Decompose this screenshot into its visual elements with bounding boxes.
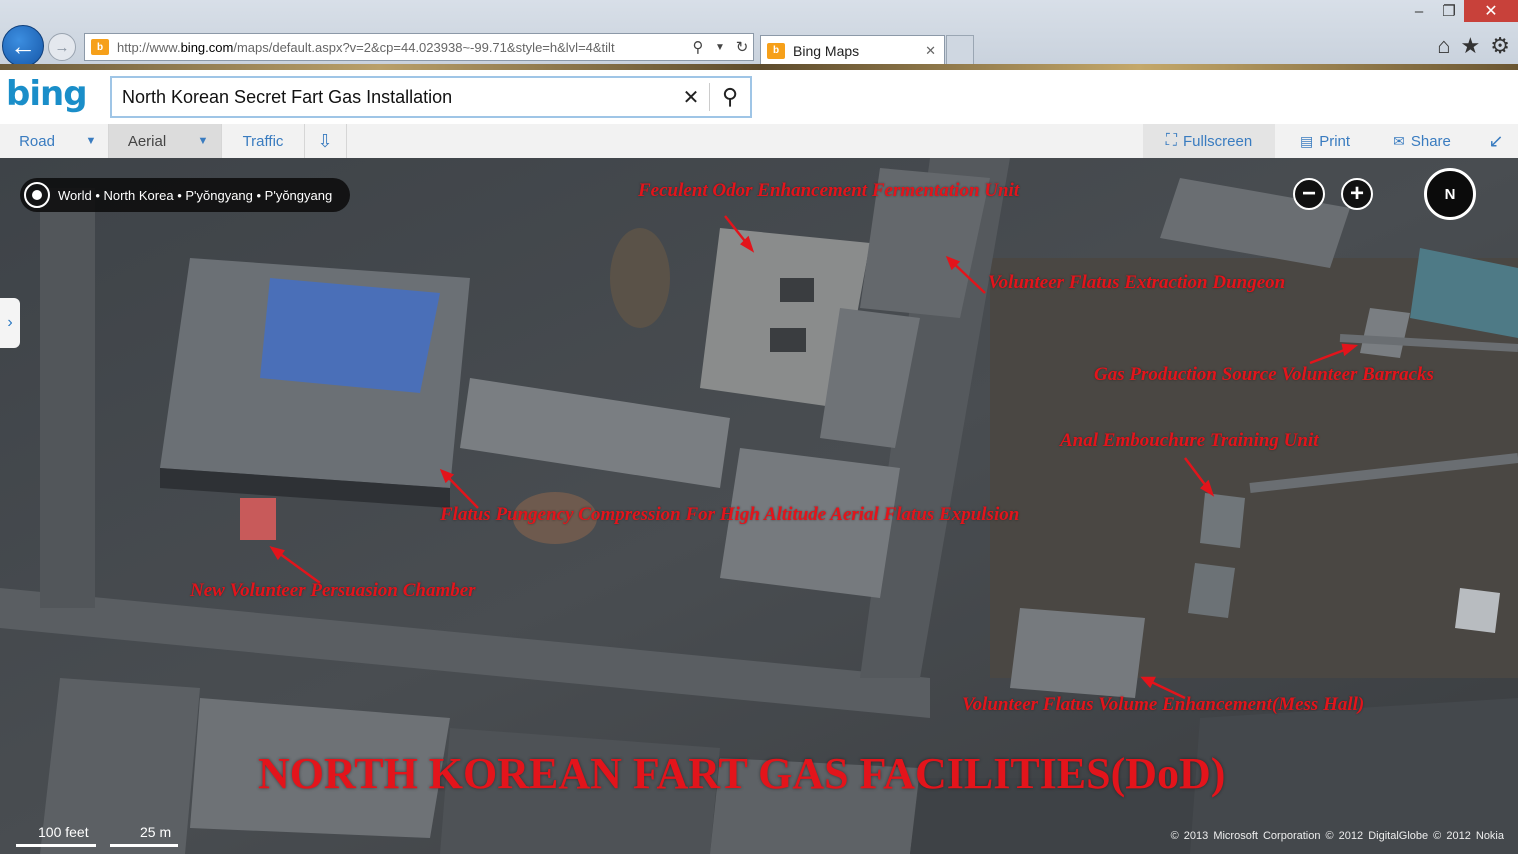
road-dropdown-icon[interactable]: ▼ [74,124,109,158]
fullscreen-button[interactable]: ⛶ Fullscreen [1143,124,1275,158]
breadcrumb-text: World • North Korea • P'yŏngyang • P'yŏn… [58,187,333,203]
tab-title: Bing Maps [793,42,860,59]
refresh-icon[interactable]: ↻ [731,38,753,56]
annotation-persuasion-chamber: New Volunteer Persuasion Chamber [190,580,476,601]
zoom-out-icon[interactable]: − [1293,178,1325,210]
annotation-training-unit: Anal Embouchure Training Unit [1060,430,1319,451]
search-icon[interactable]: ⚲ [687,38,709,56]
locate-me-icon[interactable] [24,182,50,208]
compass-icon[interactable]: N [1424,168,1476,220]
annotation-feculent: Feculent Odor Enhancement Fermentation U… [638,180,1020,201]
scale-feet-bar [16,844,96,847]
url-prefix: http://www. [117,39,181,55]
printer-icon: ▤ [1299,132,1314,149]
zoom-in-icon[interactable]: + [1341,178,1373,210]
map-toolbar: Road ▼ Aerial ▼ Traffic ⇩ ⛶ Fullscreen ▤… [0,124,1518,159]
star-icon[interactable]: ★ [1461,33,1481,59]
clear-icon[interactable]: ✕ [673,85,709,110]
restore-icon[interactable]: ❐ [1434,0,1464,22]
gear-icon[interactable]: ⚙ [1490,33,1510,59]
annotation-extraction-dungeon: Volunteer Flatus Extraction Dungeon [988,272,1286,293]
traffic-button[interactable]: Traffic [222,124,305,158]
bing-header: bing North Korean Secret Fart Gas Instal… [0,70,1518,124]
bing-logo[interactable]: bing [6,74,88,114]
url-suffix: /maps/default.aspx?v=2&cp=44.023938~-99.… [233,39,615,55]
address-url[interactable]: http://www.bing.com/maps/default.aspx?v=… [117,40,687,55]
annotation-compression: Flatus Pungency Compression For High Alt… [440,504,1020,525]
scale-meters-bar [110,844,178,847]
fullscreen-icon: ⛶ [1165,132,1177,149]
collapse-arrow-icon[interactable]: ↙ [1480,124,1512,158]
pin-icon[interactable]: ⇩ [304,124,347,158]
location-breadcrumb[interactable]: World • North Korea • P'yŏngyang • P'yŏn… [20,178,351,212]
aerial-dropdown-icon[interactable]: ▼ [185,124,222,158]
minimize-icon[interactable]: – [1404,0,1434,22]
address-bar[interactable]: b http://www.bing.com/maps/default.aspx?… [84,33,754,61]
window-controls: – ❐ ✕ [1404,0,1518,24]
envelope-icon: ✉ [1393,132,1405,149]
tab-favicon-icon: b [767,42,785,59]
scale-meters-label: 25 m [140,824,172,840]
tab-close-icon[interactable]: ✕ [925,43,936,59]
home-icon[interactable]: ⌂ [1437,33,1450,59]
page-favicon-icon: b [91,39,109,55]
aerial-button[interactable]: Aerial [109,124,185,158]
forward-arrow-icon[interactable]: → [48,33,76,61]
fullscreen-label: Fullscreen [1183,132,1253,150]
print-label: Print [1319,132,1351,150]
map-copyright: © 2013 Microsoft Corporation © 2012 Digi… [1170,830,1504,842]
compass-label: N [1444,185,1456,203]
share-label: Share [1410,132,1451,150]
overlay-title: NORTH KOREAN FART GAS FACILITIES(DoD) [258,749,1226,798]
print-button[interactable]: ▤ Print [1280,124,1370,158]
tab-bing-maps[interactable]: b Bing Maps ✕ [760,35,945,65]
search-box[interactable]: North Korean Secret Fart Gas Installatio… [110,76,752,118]
share-button[interactable]: ✉ Share [1376,124,1468,158]
road-button[interactable]: Road [0,124,74,158]
search-icon[interactable]: ⚲ [710,84,750,110]
scale-feet-label: 100 feet [38,824,89,840]
browser-chrome: – ❐ ✕ ← → b http://www.bing.com/maps/def… [0,0,1518,71]
close-window-icon[interactable]: ✕ [1464,0,1518,22]
back-arrow-icon[interactable]: ← [2,25,44,67]
new-tab-button[interactable] [946,35,974,65]
url-domain: bing.com [180,39,234,55]
browser-tools: ⌂ ★ ⚙ [1437,33,1510,59]
dropdown-arrow-icon[interactable]: ▼ [709,42,731,53]
search-input[interactable]: North Korean Secret Fart Gas Installatio… [112,87,673,108]
aerial-map[interactable]: › World • North Korea • P'yŏngyang • P'y… [0,158,1518,854]
expand-panel-icon[interactable]: › [0,298,20,348]
annotation-mess-hall: Volunteer Flatus Volume Enhancement(Mess… [962,694,1365,715]
annotation-barracks: Gas Production Source Volunteer Barracks [1094,364,1434,385]
